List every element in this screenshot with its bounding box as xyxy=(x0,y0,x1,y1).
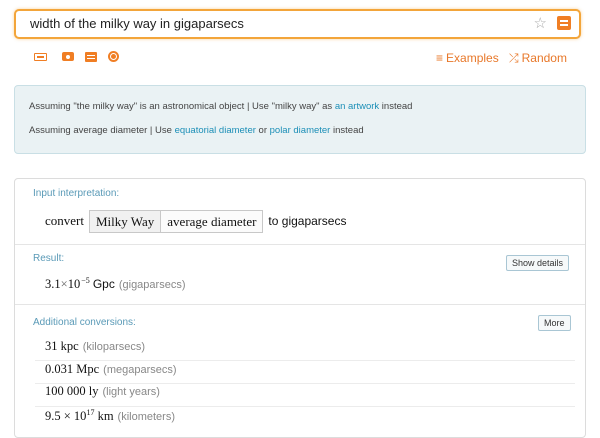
shuffle-icon[interactable] xyxy=(108,51,122,63)
search-bar: ☆ xyxy=(14,9,581,39)
interpretation-title: Input interpretation: xyxy=(33,188,120,199)
grid-icon[interactable] xyxy=(85,51,99,63)
interpretation-row: convert Milky Way average diameter to gi… xyxy=(45,209,347,233)
assumption-line-diameter: Assuming average diameter | Use equatori… xyxy=(29,125,364,136)
equatorial-diameter-link[interactable]: equatorial diameter xyxy=(175,125,256,136)
search-input[interactable] xyxy=(30,11,510,37)
artwork-link[interactable]: an artwork xyxy=(335,101,379,112)
keyboard-icon[interactable] xyxy=(34,51,48,63)
interpretation-object: Milky Way xyxy=(89,210,162,232)
conversion-row: 100 000 ly (light years) xyxy=(45,384,160,398)
conversion-divider xyxy=(35,360,575,361)
result-title: Result: xyxy=(33,253,65,264)
interpretation-property: average diameter xyxy=(161,210,263,232)
examples-link[interactable]: ≡ Examples xyxy=(436,51,499,65)
result-value: 3.1×10−5 Gpc (gigaparsecs) xyxy=(45,276,186,291)
conversion-row: 31 kpc (kiloparsecs) xyxy=(45,339,146,353)
random-icon: ⤮ xyxy=(509,51,519,65)
conversion-row: 0.031 Mpc (megaparsecs) xyxy=(45,362,177,376)
pod-divider xyxy=(15,304,585,305)
interpretation-target: to gigaparsecs xyxy=(268,214,347,228)
assumption-line-object: Assuming "the milky way" is an astronomi… xyxy=(29,101,413,112)
more-button[interactable]: More xyxy=(538,315,571,331)
interpretation-word: convert xyxy=(45,213,84,228)
favorite-star-icon[interactable]: ☆ xyxy=(534,15,547,33)
random-link[interactable]: ⤮ Random xyxy=(509,51,567,65)
interpretation-box: Milky Way average diameter xyxy=(88,209,264,233)
compute-button[interactable] xyxy=(557,16,571,30)
list-icon: ≡ xyxy=(436,51,444,65)
conversion-row: 9.5 × 1017 km (kilometers) xyxy=(45,408,175,423)
conversion-divider xyxy=(35,406,575,407)
polar-diameter-link[interactable]: polar diameter xyxy=(270,125,331,136)
assumptions-box: Assuming "the milky way" is an astronomi… xyxy=(14,85,586,154)
camera-icon[interactable] xyxy=(62,51,76,63)
pod-divider xyxy=(15,244,585,245)
conversions-title: Additional conversions: xyxy=(33,317,136,328)
show-details-button[interactable]: Show details xyxy=(506,255,570,271)
results-panel: Input interpretation: convert Milky Way … xyxy=(14,178,586,438)
